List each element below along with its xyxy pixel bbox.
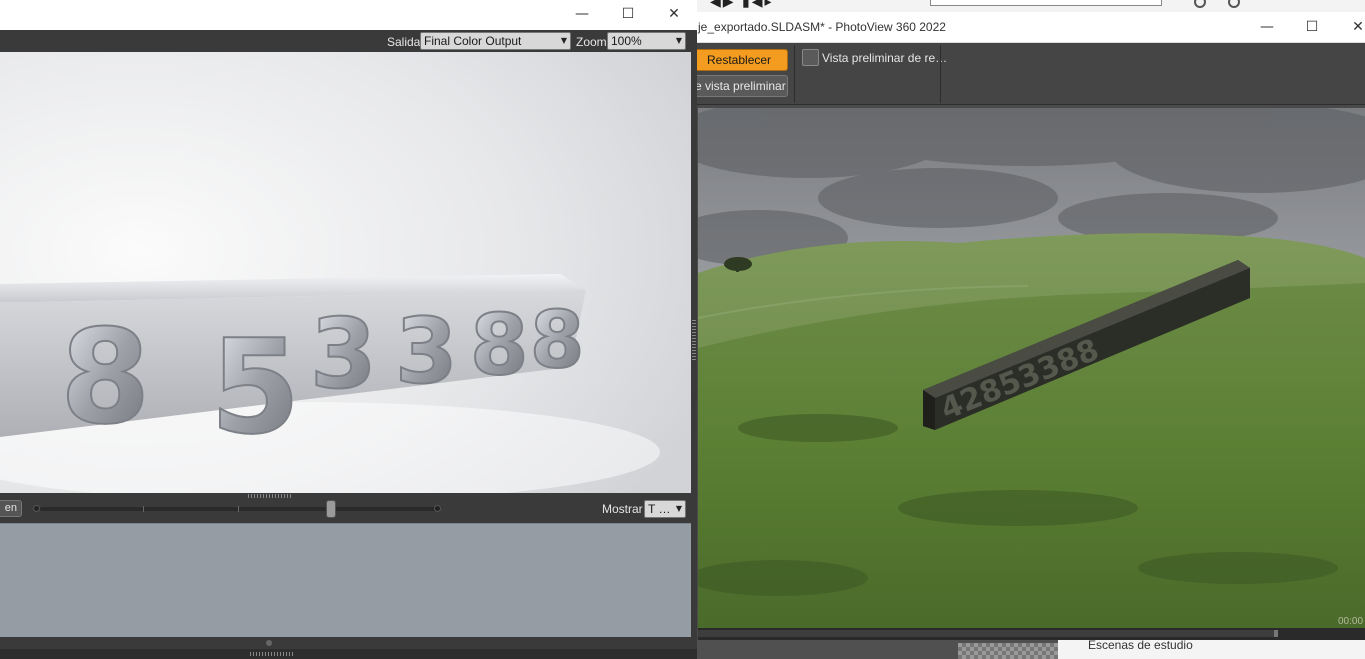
slider-tick	[143, 506, 144, 512]
preview-checkbox-label: Vista preliminar de re…	[822, 51, 948, 65]
output-label: Salida	[387, 35, 421, 49]
title-bar: je_exportado.SLDASM* - PhotoView 360 202…	[690, 12, 1365, 43]
slider-start-cap	[33, 505, 40, 512]
minimize-icon[interactable]: —	[1257, 19, 1277, 35]
render-digit: 5	[210, 311, 300, 463]
photoview-main-window: ◀▶ ▮◀▸ je_exportado.SLDASM* - PhotoView …	[690, 0, 1365, 659]
zoom-label: Zoom	[576, 35, 607, 49]
preview-button[interactable]: e vista preliminar	[690, 75, 788, 97]
landscape-scene: 42853388 00:00	[698, 108, 1365, 628]
close-icon[interactable]: ✕	[664, 6, 684, 22]
help-icon[interactable]	[1194, 0, 1206, 8]
slider-end-cap	[434, 505, 441, 512]
chevron-down-icon: ▼	[675, 504, 682, 513]
task-pane-footer: Escenas de estudio	[690, 638, 1365, 659]
output-select[interactable]: Final Color Output ▼	[420, 32, 571, 50]
horizontal-scrollbar[interactable]	[0, 637, 691, 649]
address-field[interactable]	[930, 0, 1162, 6]
preview-checkbox[interactable]	[802, 49, 819, 66]
render-canvas[interactable]: 8 5 3 3 8 8	[0, 52, 691, 493]
zoom-select-value: 100%	[611, 34, 642, 48]
title-bar: — ☐ ✕	[0, 0, 697, 30]
image-button[interactable]: en	[0, 500, 22, 517]
slider-thumb[interactable]	[325, 500, 336, 518]
zoom-select[interactable]: 100% ▼	[607, 32, 686, 50]
background-app-toolbar: ◀▶ ▮◀▸	[690, 0, 1365, 12]
chevron-down-icon: ▼	[675, 36, 682, 45]
resize-grip[interactable]	[250, 652, 294, 656]
minimize-icon[interactable]: —	[572, 6, 592, 22]
toolbar-divider	[794, 45, 795, 103]
timecode: 00:00	[1338, 616, 1363, 627]
window-bottom-edge	[0, 649, 697, 659]
scene-viewport[interactable]: 42853388 00:00	[698, 108, 1365, 628]
splitter-grip	[692, 320, 696, 360]
close-icon[interactable]: ✕	[1348, 19, 1365, 35]
render-digit: 3	[310, 298, 377, 410]
scenes-label[interactable]: Escenas de estudio	[1088, 638, 1193, 652]
show-label: Mostrar	[602, 502, 643, 516]
reset-button[interactable]: Restablecer	[690, 49, 788, 71]
render-toolbar: Restablecer e vista preliminar Vista pre…	[690, 43, 1365, 105]
thumbnail-placeholder	[958, 643, 1058, 659]
maximize-icon[interactable]: ☐	[1302, 19, 1322, 35]
output-select-value: Final Color Output	[424, 34, 522, 48]
maximize-icon[interactable]: ☐	[618, 6, 638, 22]
slider-tick	[238, 506, 239, 512]
toolbar-divider	[940, 45, 941, 103]
frame-slider[interactable]	[40, 507, 438, 511]
render-output-window: — ☐ ✕ Salida Final Color Output ▼ Zoom 1…	[0, 0, 697, 659]
splitter-handle[interactable]	[691, 52, 697, 652]
render-image: 8 5 3 3 8 8	[0, 52, 691, 493]
timeline-progress	[698, 630, 1278, 637]
window-title: je_exportado.SLDASM* - PhotoView 360 202…	[698, 20, 946, 34]
chevron-down-icon: ▼	[560, 36, 567, 45]
history-panel	[0, 523, 691, 637]
show-select-value: T …	[648, 502, 671, 516]
show-select[interactable]: T … ▼	[644, 500, 686, 518]
timeline-bar[interactable]	[698, 628, 1365, 640]
render-digit: 8	[60, 301, 150, 453]
render-digit: 8	[470, 296, 528, 394]
output-toolbar: Salida Final Color Output ▼ Zoom 100% ▼	[0, 30, 697, 52]
toolbar-icons: ◀▶ ▮◀▸	[710, 0, 774, 10]
render-digit: 8	[530, 296, 584, 386]
resize-grip[interactable]	[248, 494, 292, 498]
playback-controls: en Mostrar T … ▼	[0, 493, 691, 523]
render-digit: 3	[395, 299, 458, 404]
scroll-handle[interactable]	[266, 640, 272, 646]
info-icon[interactable]	[1228, 0, 1240, 8]
